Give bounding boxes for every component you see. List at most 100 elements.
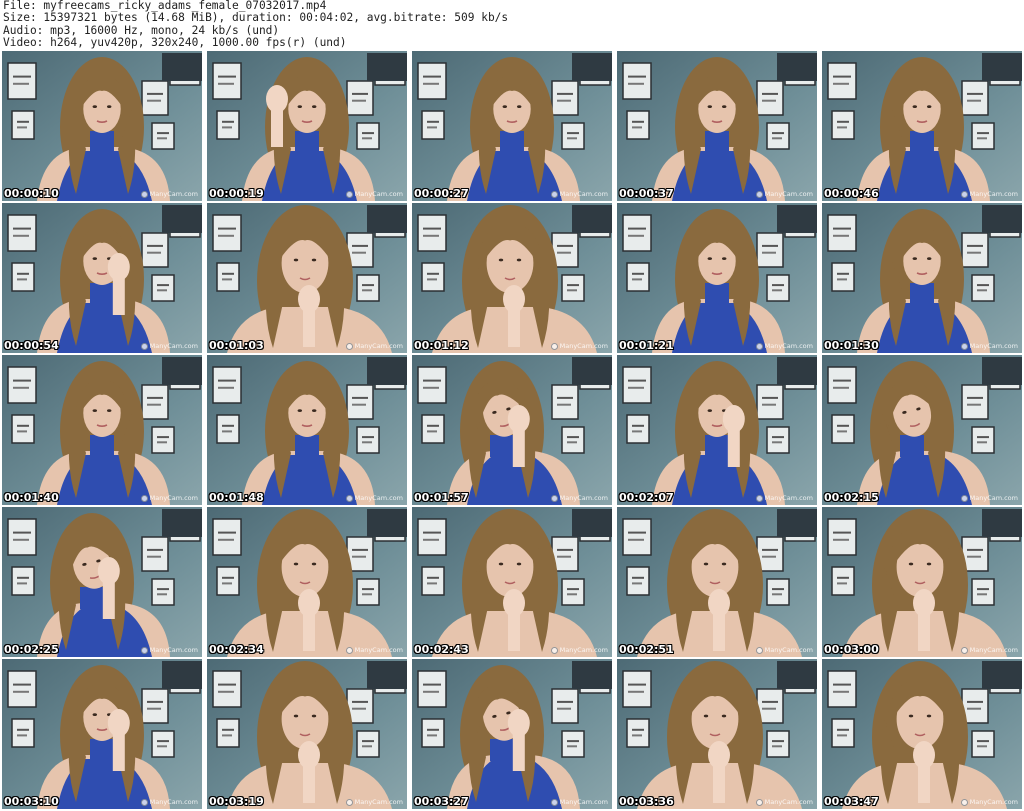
manycam-watermark: ManyCam.com: [140, 342, 198, 350]
video-frame-thumbnail: 00:02:34 ManyCam.com: [207, 507, 407, 657]
manycam-watermark: ManyCam.com: [960, 342, 1018, 350]
manycam-watermark: ManyCam.com: [345, 646, 403, 654]
video-frame-thumbnail: 00:03:47 ManyCam.com: [822, 659, 1022, 809]
watermark-text: ManyCam.com: [969, 190, 1018, 198]
video-frame-thumbnail: 00:03:36 ManyCam.com: [617, 659, 817, 809]
frame-timestamp: 00:03:36: [619, 795, 674, 808]
video-frame-thumbnail: 00:03:19 ManyCam.com: [207, 659, 407, 809]
watermark-text: ManyCam.com: [149, 190, 198, 198]
video-frame-thumbnail: 00:00:37 ManyCam.com: [617, 51, 817, 201]
video-frame-thumbnail: 00:02:25 ManyCam.com: [2, 507, 202, 657]
frame-image: [617, 507, 817, 657]
manycam-logo-icon: [345, 342, 353, 350]
manycam-watermark: ManyCam.com: [140, 494, 198, 502]
video-frame-thumbnail: 00:01:57 ManyCam.com: [412, 355, 612, 505]
manycam-logo-icon: [755, 646, 763, 654]
watermark-text: ManyCam.com: [764, 798, 813, 806]
video-frame-thumbnail: 00:03:27 ManyCam.com: [412, 659, 612, 809]
watermark-text: ManyCam.com: [764, 646, 813, 654]
manycam-logo-icon: [345, 190, 353, 198]
manycam-logo-icon: [140, 190, 148, 198]
watermark-text: ManyCam.com: [559, 494, 608, 502]
manycam-watermark: ManyCam.com: [960, 646, 1018, 654]
frame-timestamp: 00:03:10: [4, 795, 59, 808]
frame-timestamp: 00:02:07: [619, 491, 674, 504]
frame-image: [822, 659, 1022, 809]
video-frame-thumbnail: 00:03:00 ManyCam.com: [822, 507, 1022, 657]
video-frame-thumbnail: 00:02:15 ManyCam.com: [822, 355, 1022, 505]
frame-timestamp: 00:02:34: [209, 643, 264, 656]
video-frame-thumbnail: 00:00:54 ManyCam.com: [2, 203, 202, 353]
frame-timestamp: 00:00:37: [619, 187, 674, 200]
frame-timestamp: 00:03:19: [209, 795, 264, 808]
frame-image: [822, 203, 1022, 353]
frame-timestamp: 00:01:12: [414, 339, 469, 352]
watermark-text: ManyCam.com: [969, 342, 1018, 350]
manycam-watermark: ManyCam.com: [140, 190, 198, 198]
video-frame-thumbnail: 00:02:07 ManyCam.com: [617, 355, 817, 505]
frame-image: [207, 659, 407, 809]
watermark-text: ManyCam.com: [559, 646, 608, 654]
frame-timestamp: 00:01:48: [209, 491, 264, 504]
manycam-watermark: ManyCam.com: [755, 190, 813, 198]
watermark-text: ManyCam.com: [354, 342, 403, 350]
frame-image: [412, 203, 612, 353]
watermark-text: ManyCam.com: [149, 646, 198, 654]
manycam-logo-icon: [550, 494, 558, 502]
frame-image: [412, 507, 612, 657]
video-frame-thumbnail: 00:01:12 ManyCam.com: [412, 203, 612, 353]
video-frame-thumbnail: 00:00:19 ManyCam.com: [207, 51, 407, 201]
video-info-line: Video: h264, yuv420p, 320x240, 1000.00 f…: [3, 37, 347, 50]
frame-timestamp: 00:01:40: [4, 491, 59, 504]
watermark-text: ManyCam.com: [969, 494, 1018, 502]
manycam-logo-icon: [140, 494, 148, 502]
manycam-logo-icon: [755, 494, 763, 502]
frame-image: [207, 51, 407, 201]
manycam-logo-icon: [755, 342, 763, 350]
frame-image: [207, 507, 407, 657]
frame-image: [207, 355, 407, 505]
manycam-watermark: ManyCam.com: [550, 646, 608, 654]
manycam-logo-icon: [960, 190, 968, 198]
frame-timestamp: 00:00:54: [4, 339, 59, 352]
frame-timestamp: 00:01:03: [209, 339, 264, 352]
frame-image: [822, 51, 1022, 201]
contact-sheet: File: myfreecams_ricky_adams_female_0703…: [0, 0, 1024, 811]
manycam-watermark: ManyCam.com: [140, 646, 198, 654]
manycam-logo-icon: [960, 798, 968, 806]
watermark-text: ManyCam.com: [354, 190, 403, 198]
file-info-header: File: myfreecams_ricky_adams_female_0703…: [3, 0, 1021, 50]
video-frame-thumbnail: 00:02:43 ManyCam.com: [412, 507, 612, 657]
watermark-text: ManyCam.com: [354, 494, 403, 502]
manycam-logo-icon: [140, 646, 148, 654]
watermark-text: ManyCam.com: [354, 798, 403, 806]
manycam-logo-icon: [960, 646, 968, 654]
frame-timestamp: 00:03:27: [414, 795, 469, 808]
frame-image: [2, 51, 202, 201]
video-frame-thumbnail: 00:03:10 ManyCam.com: [2, 659, 202, 809]
manycam-watermark: ManyCam.com: [960, 798, 1018, 806]
manycam-logo-icon: [140, 798, 148, 806]
frame-image: [617, 355, 817, 505]
thumbnail-grid: 00:00:10 ManyCam.com 00:00:19 ManyCam.com 00…: [2, 51, 1022, 811]
watermark-text: ManyCam.com: [764, 190, 813, 198]
frame-image: [2, 203, 202, 353]
file-size-line: Size: 15397321 bytes (14.68 MiB), durati…: [3, 12, 509, 25]
manycam-watermark: ManyCam.com: [345, 342, 403, 350]
frame-timestamp: 00:00:19: [209, 187, 264, 200]
manycam-logo-icon: [960, 342, 968, 350]
frame-timestamp: 00:00:46: [824, 187, 879, 200]
watermark-text: ManyCam.com: [149, 342, 198, 350]
manycam-logo-icon: [550, 798, 558, 806]
frame-image: [617, 51, 817, 201]
manycam-watermark: ManyCam.com: [550, 342, 608, 350]
frame-timestamp: 00:03:00: [824, 643, 879, 656]
frame-image: [412, 51, 612, 201]
manycam-logo-icon: [550, 342, 558, 350]
manycam-watermark: ManyCam.com: [960, 494, 1018, 502]
manycam-watermark: ManyCam.com: [550, 190, 608, 198]
video-frame-thumbnail: 00:00:46 ManyCam.com: [822, 51, 1022, 201]
watermark-text: ManyCam.com: [969, 646, 1018, 654]
watermark-text: ManyCam.com: [559, 190, 608, 198]
watermark-text: ManyCam.com: [149, 798, 198, 806]
